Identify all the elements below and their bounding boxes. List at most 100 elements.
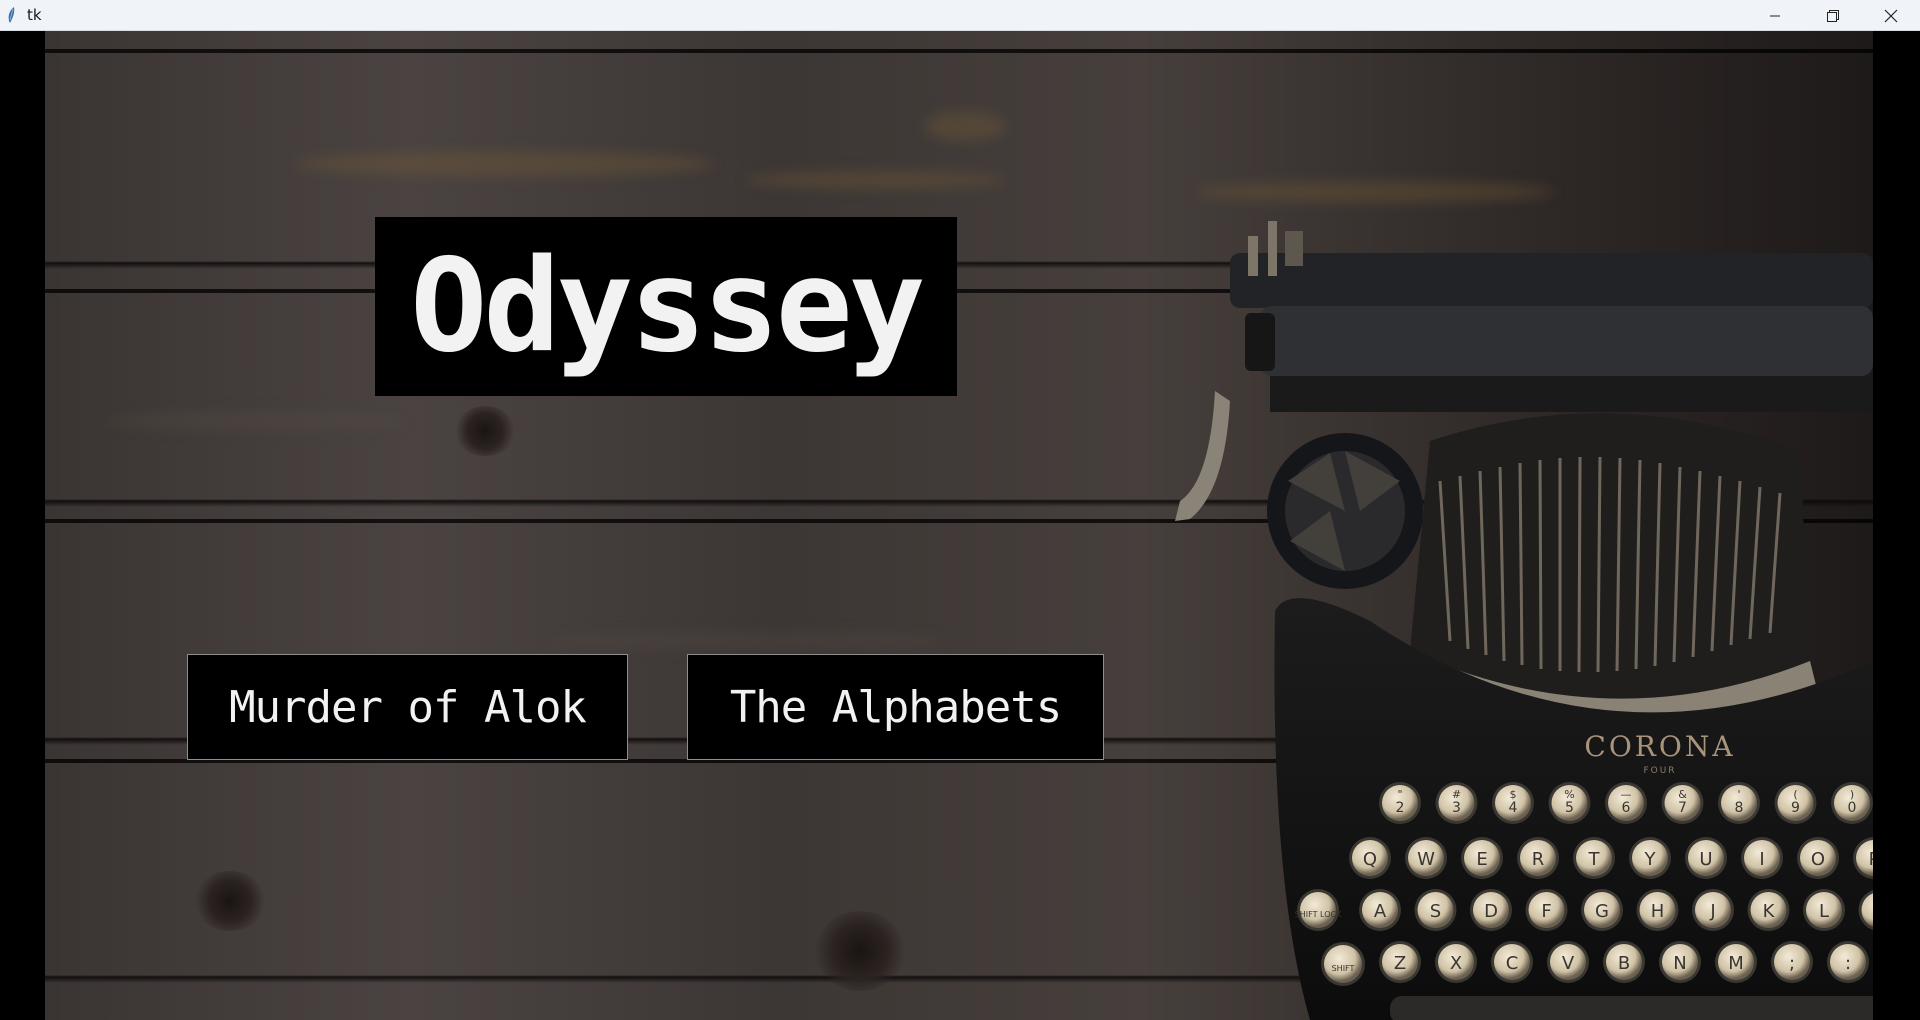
typewriter-key: S xyxy=(1414,889,1457,931)
svg-text:5: 5 xyxy=(1565,800,1574,816)
close-icon xyxy=(1884,9,1898,22)
typewriter-key: R xyxy=(1517,837,1559,879)
svg-text:2: 2 xyxy=(1396,800,1405,816)
wood-knot xyxy=(195,871,265,931)
svg-text:J: J xyxy=(1709,901,1715,922)
svg-text:8: 8 xyxy=(1735,800,1744,816)
typewriter-key: 3# xyxy=(1435,782,1478,824)
typewriter-key: I xyxy=(1741,837,1783,879)
wood-grain xyxy=(545,631,945,651)
svg-text:6: 6 xyxy=(1622,800,1631,816)
svg-text:": " xyxy=(1397,788,1402,801)
svg-text:Q: Q xyxy=(1363,849,1377,870)
typewriter-key: 8' xyxy=(1718,782,1760,824)
window-controls xyxy=(1746,0,1920,31)
svg-text:#: # xyxy=(1452,788,1461,801)
typewriter-key: Z xyxy=(1379,941,1421,983)
typewriter-key: W xyxy=(1405,837,1447,879)
typewriter-key: : xyxy=(1827,941,1869,983)
svg-text:S: S xyxy=(1430,901,1441,922)
window-titlebar[interactable]: tk xyxy=(0,0,1920,31)
svg-text:E: E xyxy=(1476,849,1487,870)
wood-grain xyxy=(925,111,1005,141)
svg-text::: : xyxy=(1845,953,1851,974)
typewriter-key: N xyxy=(1659,941,1701,983)
typewriter-key: F xyxy=(1525,889,1568,931)
typewriter-key: U xyxy=(1685,837,1727,879)
svg-text:0: 0 xyxy=(1848,800,1857,816)
svg-text:F: F xyxy=(1541,901,1551,922)
window-title: tk xyxy=(27,6,42,24)
wood-background: CORONA FOUR 2"3#4$5%6—7&8'9(0)QWERTYUIOP… xyxy=(45,31,1873,1020)
svg-text:&: & xyxy=(1678,788,1687,801)
typewriter-illustration: CORONA FOUR 2"3#4$5%6—7&8'9(0)QWERTYUIOP… xyxy=(1175,221,1873,1020)
svg-text:—: — xyxy=(1621,788,1632,801)
svg-text:U: U xyxy=(1699,849,1712,870)
svg-text:SHIFT: SHIFT xyxy=(1332,964,1355,973)
typewriter-key: O xyxy=(1797,837,1839,879)
typewriter-key: X xyxy=(1435,941,1477,983)
typewriter-key: T xyxy=(1573,837,1615,879)
restore-button[interactable] xyxy=(1804,0,1862,31)
typewriter-key: E xyxy=(1461,837,1503,879)
svg-text:%: % xyxy=(1564,788,1574,801)
typewriter-key: L xyxy=(1803,889,1845,931)
typewriter-model: FOUR xyxy=(1643,766,1676,776)
svg-text:Y: Y xyxy=(1644,849,1657,870)
svg-text:W: W xyxy=(1417,849,1435,870)
minimize-icon xyxy=(1770,15,1780,16)
svg-text:P: P xyxy=(1869,849,1873,870)
wood-grain xyxy=(745,171,1005,189)
svg-text:L: L xyxy=(1819,901,1829,922)
client-area: CORONA FOUR 2"3#4$5%6—7&8'9(0)QWERTYUIOP… xyxy=(0,31,1920,1020)
the-alphabets-label: The Alphabets xyxy=(729,681,1062,733)
svg-text:': ' xyxy=(1737,788,1740,801)
svg-text:SHIFT LOCK: SHIFT LOCK xyxy=(1295,910,1342,919)
typewriter-key: 7& xyxy=(1661,782,1704,824)
svg-text:I: I xyxy=(1759,849,1764,870)
svg-text:X: X xyxy=(1450,953,1462,974)
typewriter-key: B xyxy=(1603,941,1645,983)
svg-text:M: M xyxy=(1728,953,1744,974)
svg-text:R: R xyxy=(1532,849,1545,870)
plank-seam xyxy=(45,49,1873,53)
murder-of-alok-button[interactable]: Murder of Alok xyxy=(187,654,628,760)
typewriter-key: 9( xyxy=(1774,782,1817,824)
typewriter-key: A xyxy=(1359,889,1401,931)
tk-feather-icon xyxy=(6,6,18,24)
wood-grain xyxy=(295,151,715,177)
the-alphabets-button[interactable]: The Alphabets xyxy=(687,654,1104,760)
svg-text:A: A xyxy=(1374,901,1387,922)
svg-text:H: H xyxy=(1651,901,1665,922)
wood-knot xyxy=(455,406,515,456)
close-button[interactable] xyxy=(1862,0,1920,31)
svg-text:$: $ xyxy=(1510,788,1517,801)
typewriter-key: 0) xyxy=(1831,782,1873,824)
typewriter-key: 4$ xyxy=(1492,782,1534,824)
typewriter-key: M xyxy=(1715,941,1757,983)
typewriter-key: D xyxy=(1470,889,1512,931)
typewriter-shift-key: SHIFT xyxy=(1321,942,1365,986)
svg-text:4: 4 xyxy=(1509,800,1518,816)
restore-icon xyxy=(1827,9,1839,22)
svg-text:N: N xyxy=(1673,953,1686,974)
typewriter-brand: CORONA xyxy=(1584,730,1735,763)
svg-text:;: ; xyxy=(1789,953,1795,974)
svg-text:Z: Z xyxy=(1394,953,1406,974)
svg-text:): ) xyxy=(1850,788,1854,801)
svg-text:G: G xyxy=(1595,901,1609,922)
typewriter-key: 2" xyxy=(1379,782,1421,824)
svg-text:(: ( xyxy=(1793,788,1797,801)
svg-text:3: 3 xyxy=(1452,800,1461,816)
typewriter-key: Q xyxy=(1349,837,1391,879)
svg-text:C: C xyxy=(1506,953,1519,974)
typewriter-key: 5% xyxy=(1548,782,1591,824)
minimize-button[interactable] xyxy=(1746,0,1804,31)
svg-text:K: K xyxy=(1763,901,1776,922)
svg-text:B: B xyxy=(1618,953,1630,974)
typewriter-key: 6— xyxy=(1605,782,1647,824)
typewriter-key: H xyxy=(1636,889,1679,931)
murder-of-alok-label: Murder of Alok xyxy=(229,681,587,733)
typewriter-key: C xyxy=(1491,941,1533,983)
svg-text:9: 9 xyxy=(1791,800,1800,816)
